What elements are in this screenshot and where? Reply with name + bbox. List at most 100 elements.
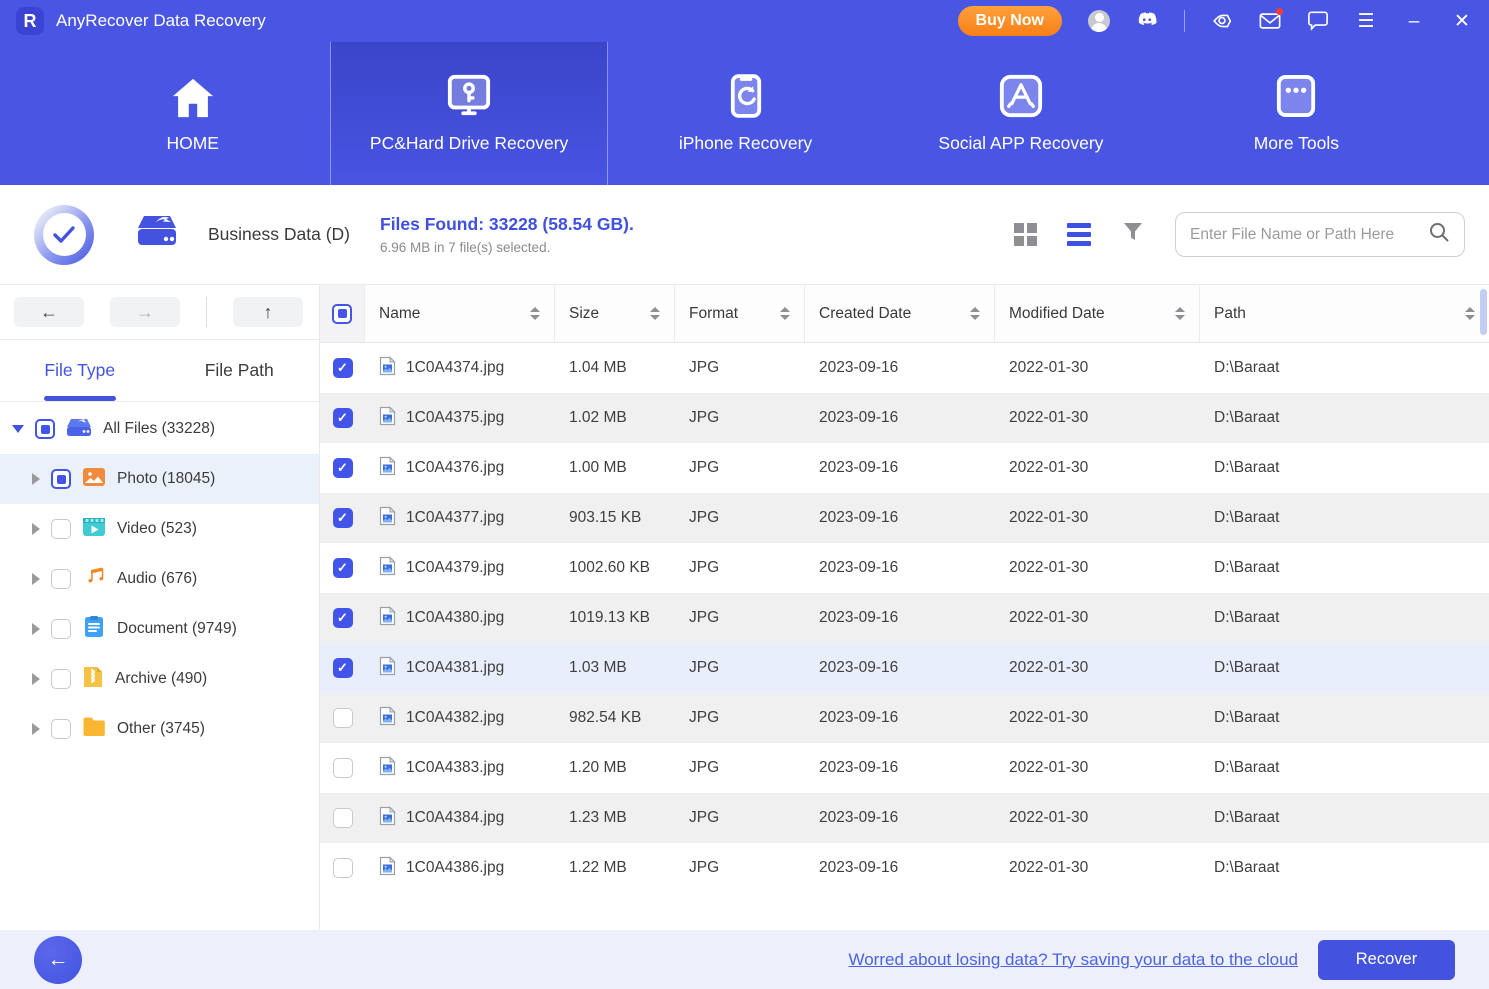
- row-checkbox[interactable]: ✓: [333, 758, 353, 778]
- menu-icon[interactable]: ☰: [1355, 10, 1377, 32]
- tree-checkbox[interactable]: [51, 569, 71, 589]
- tree-item-video[interactable]: Video (523): [0, 504, 319, 554]
- sort-icon[interactable]: [970, 307, 980, 320]
- column-header-format[interactable]: Format: [675, 285, 805, 342]
- column-header-size[interactable]: Size: [555, 285, 675, 342]
- table-row[interactable]: ✓ 1C0A4384.jpg 1.23 MB JPG 2023-09-16 20…: [320, 793, 1489, 843]
- footer-back-button[interactable]: ←: [34, 936, 82, 984]
- tab-file-path[interactable]: File Path: [160, 340, 320, 401]
- tree-checkbox[interactable]: [51, 669, 71, 689]
- back-button[interactable]: ←: [14, 297, 84, 327]
- up-button[interactable]: ↑: [233, 297, 303, 327]
- settings-gear-icon[interactable]: [1211, 10, 1233, 32]
- tab-more-tools[interactable]: More Tools: [1159, 42, 1434, 185]
- caret-right-icon[interactable]: [32, 623, 40, 635]
- check-icon: ✓: [337, 360, 348, 376]
- tree-item-archive[interactable]: Archive (490): [0, 654, 319, 704]
- photo-icon: [82, 465, 106, 494]
- tree-checkbox[interactable]: [35, 419, 55, 439]
- tree-checkbox[interactable]: [51, 619, 71, 639]
- row-checkbox[interactable]: ✓: [333, 858, 353, 878]
- table-row[interactable]: ✓ 1C0A4376.jpg 1.00 MB JPG 2023-09-16 20…: [320, 443, 1489, 493]
- caret-down-icon[interactable]: [12, 425, 24, 433]
- caret-right-icon[interactable]: [32, 523, 40, 535]
- table-row[interactable]: ✓ 1C0A4379.jpg 1002.60 KB JPG 2023-09-16…: [320, 543, 1489, 593]
- chat-icon[interactable]: [1307, 10, 1329, 32]
- table-row[interactable]: ✓ 1C0A4381.jpg 1.03 MB JPG 2023-09-16 20…: [320, 643, 1489, 693]
- caret-right-icon[interactable]: [32, 473, 40, 485]
- row-checkbox[interactable]: ✓: [333, 808, 353, 828]
- scrollbar-thumb[interactable]: [1480, 289, 1487, 335]
- file-size: 903.15 KB: [555, 509, 675, 527]
- recover-button[interactable]: Recover: [1318, 940, 1455, 980]
- row-checkbox[interactable]: ✓: [333, 558, 353, 578]
- buy-now-button[interactable]: Buy Now: [958, 6, 1062, 36]
- caret-right-icon[interactable]: [32, 573, 40, 585]
- tab-social-app-recovery[interactable]: Social APP Recovery: [883, 42, 1158, 185]
- table-row[interactable]: ✓ 1C0A4386.jpg 1.22 MB JPG 2023-09-16 20…: [320, 843, 1489, 893]
- created-date: 2023-09-16: [805, 359, 995, 377]
- tab-iphone-recovery[interactable]: iPhone Recovery: [608, 42, 883, 185]
- mail-icon[interactable]: [1259, 10, 1281, 32]
- discord-icon[interactable]: [1136, 10, 1158, 32]
- image-file-icon: [379, 806, 396, 831]
- filter-icon[interactable]: [1121, 220, 1145, 249]
- file-table: Name Size Format Created Date Modified D…: [320, 285, 1489, 930]
- list-view-icon[interactable]: [1067, 223, 1091, 246]
- sort-icon[interactable]: [530, 307, 540, 320]
- video-icon: [82, 515, 106, 544]
- tree-checkbox[interactable]: [51, 519, 71, 539]
- row-checkbox[interactable]: ✓: [333, 408, 353, 428]
- tree-item-document[interactable]: Document (9749): [0, 604, 319, 654]
- cloud-save-link[interactable]: Worred about losing data? Try saving you…: [848, 950, 1298, 970]
- minimize-button[interactable]: –: [1403, 10, 1425, 32]
- table-row[interactable]: ✓ 1C0A4380.jpg 1019.13 KB JPG 2023-09-16…: [320, 593, 1489, 643]
- sort-icon[interactable]: [1465, 307, 1475, 320]
- table-row[interactable]: ✓ 1C0A4377.jpg 903.15 KB JPG 2023-09-16 …: [320, 493, 1489, 543]
- sort-icon[interactable]: [1175, 307, 1185, 320]
- sort-icon[interactable]: [780, 307, 790, 320]
- search-input[interactable]: [1190, 226, 1428, 244]
- table-row[interactable]: ✓ 1C0A4374.jpg 1.04 MB JPG 2023-09-16 20…: [320, 343, 1489, 393]
- table-row[interactable]: ✓ 1C0A4383.jpg 1.20 MB JPG 2023-09-16 20…: [320, 743, 1489, 793]
- column-header-created-date[interactable]: Created Date: [805, 285, 995, 342]
- tree-checkbox[interactable]: [51, 719, 71, 739]
- table-row[interactable]: ✓ 1C0A4382.jpg 982.54 KB JPG 2023-09-16 …: [320, 693, 1489, 743]
- tree-item-other[interactable]: Other (3745): [0, 704, 319, 754]
- content-area: ← → ↑ File Type File Path All Files (332…: [0, 285, 1489, 930]
- files-info: Files Found: 33228 (58.54 GB). 6.96 MB i…: [380, 214, 634, 255]
- select-all-checkbox[interactable]: [332, 304, 352, 324]
- file-format: JPG: [675, 659, 805, 677]
- row-checkbox[interactable]: ✓: [333, 508, 353, 528]
- column-header-modified-date[interactable]: Modified Date: [995, 285, 1200, 342]
- column-header-path[interactable]: Path: [1200, 285, 1489, 342]
- tree-checkbox[interactable]: [51, 469, 71, 489]
- tree-item-all-files[interactable]: All Files (33228): [0, 404, 319, 454]
- column-header-name[interactable]: Name: [365, 285, 555, 342]
- grid-view-icon[interactable]: [1014, 223, 1037, 246]
- row-checkbox[interactable]: ✓: [333, 708, 353, 728]
- table-row[interactable]: ✓ 1C0A4375.jpg 1.02 MB JPG 2023-09-16 20…: [320, 393, 1489, 443]
- row-checkbox[interactable]: ✓: [333, 658, 353, 678]
- tab-file-type[interactable]: File Type: [0, 340, 160, 401]
- search-box[interactable]: [1175, 212, 1465, 257]
- account-avatar[interactable]: [1088, 10, 1110, 32]
- sort-icon[interactable]: [650, 307, 660, 320]
- row-checkbox[interactable]: ✓: [333, 608, 353, 628]
- tab-label: PC&Hard Drive Recovery: [370, 133, 568, 154]
- close-button[interactable]: ✕: [1451, 10, 1473, 32]
- tab-home[interactable]: HOME: [55, 42, 330, 185]
- caret-right-icon[interactable]: [32, 673, 40, 685]
- tree-item-audio[interactable]: Audio (676): [0, 554, 319, 604]
- caret-right-icon[interactable]: [32, 723, 40, 735]
- row-checkbox[interactable]: ✓: [333, 458, 353, 478]
- tab-label: HOME: [166, 133, 219, 154]
- check-icon: ✓: [337, 410, 348, 426]
- row-checkbox[interactable]: ✓: [333, 358, 353, 378]
- app-title: AnyRecover Data Recovery: [56, 11, 266, 31]
- search-icon[interactable]: [1428, 221, 1450, 248]
- file-type-tree: All Files (33228) Photo (18045): [0, 402, 319, 754]
- forward-button[interactable]: →: [110, 297, 180, 327]
- tab-pc-hard-drive-recovery[interactable]: PC&Hard Drive Recovery: [330, 42, 607, 185]
- tree-item-photo[interactable]: Photo (18045): [0, 454, 319, 504]
